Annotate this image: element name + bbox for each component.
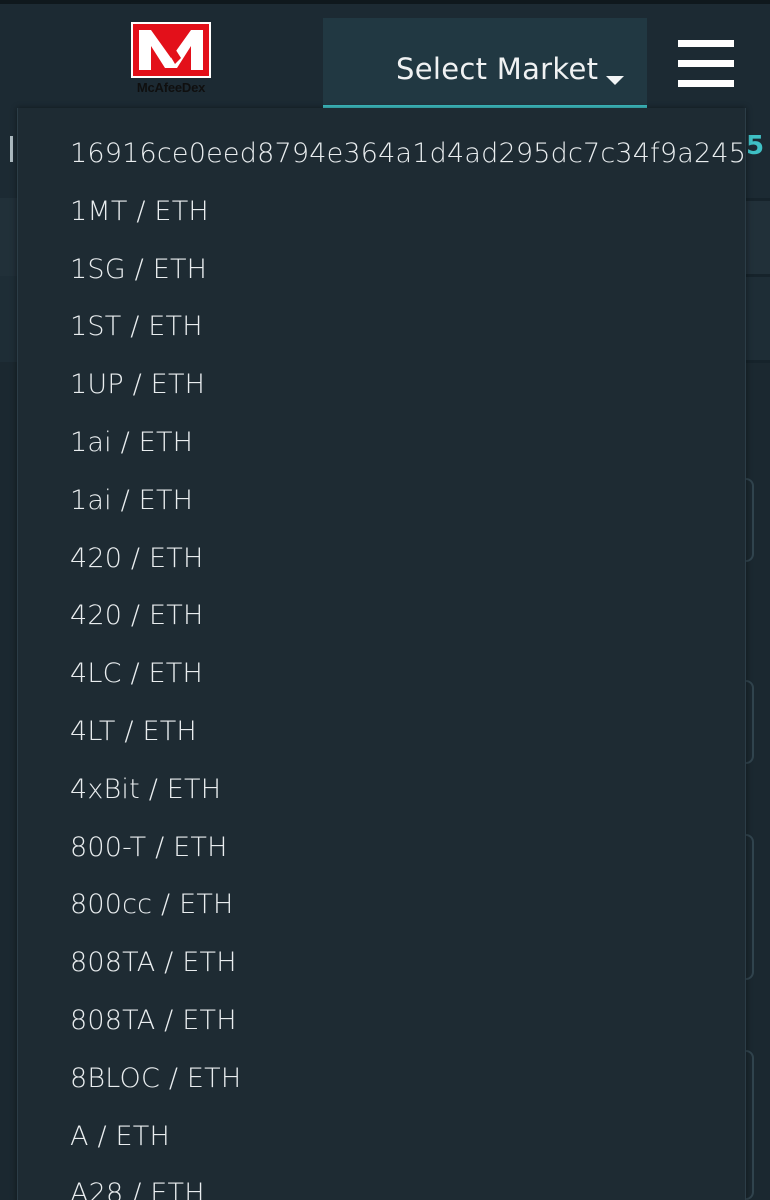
background-divider-2 (746, 274, 770, 277)
market-dropdown-list[interactable]: 16916ce0eed8794e364a1d4ad295dc7c34f9a245… (17, 108, 746, 1200)
market-option[interactable]: 1UP / ETH (18, 356, 745, 414)
hamburger-line-icon (678, 40, 734, 47)
market-option[interactable]: 808TA / ETH (18, 934, 745, 992)
market-option[interactable]: 16916ce0eed8794e364a1d4ad295dc7c34f9a245… (18, 125, 745, 183)
background-divider-3 (746, 360, 770, 363)
market-option[interactable]: 4LT / ETH (18, 703, 745, 761)
market-option[interactable]: 1SG / ETH (18, 241, 745, 299)
market-option[interactable]: A / ETH (18, 1108, 745, 1166)
market-option[interactable]: 1MT / ETH (18, 183, 745, 241)
hamburger-line-icon (678, 60, 734, 67)
page: 5 McAfeeDex Select Market 16916ce0eed879… (0, 0, 770, 1200)
market-option[interactable]: 420 / ETH (18, 587, 745, 645)
logo-text: McAfeeDex (136, 80, 206, 95)
background-peek-text: 5 (746, 131, 765, 161)
market-option[interactable]: 808TA / ETH (18, 992, 745, 1050)
select-market-dropdown[interactable]: Select Market (323, 18, 647, 108)
market-option[interactable]: 4xBit / ETH (18, 761, 745, 819)
market-option[interactable]: 8BLOC / ETH (18, 1050, 745, 1108)
market-option[interactable]: 1ST / ETH (18, 298, 745, 356)
background-divider (746, 198, 770, 201)
market-option[interactable]: 1ai / ETH (18, 414, 745, 472)
logo-mark-icon (131, 22, 211, 78)
caret-down-icon (606, 76, 624, 85)
select-market-label: Select Market (396, 52, 599, 86)
market-option[interactable]: A28 / ETH (18, 1165, 745, 1200)
hamburger-menu-button[interactable] (678, 40, 734, 88)
market-option[interactable]: 420 / ETH (18, 530, 745, 588)
mcafeedex-logo[interactable]: McAfeeDex (128, 20, 214, 96)
hamburger-line-icon (678, 80, 734, 87)
market-options: 16916ce0eed8794e364a1d4ad295dc7c34f9a245… (18, 108, 745, 1200)
header: McAfeeDex Select Market (0, 0, 770, 108)
market-option[interactable]: 1ai / ETH (18, 472, 745, 530)
market-option[interactable]: 800cc / ETH (18, 876, 745, 934)
background-peek-bar (10, 136, 13, 162)
market-option[interactable]: 800-T / ETH (18, 819, 745, 877)
market-option[interactable]: 4LC / ETH (18, 645, 745, 703)
